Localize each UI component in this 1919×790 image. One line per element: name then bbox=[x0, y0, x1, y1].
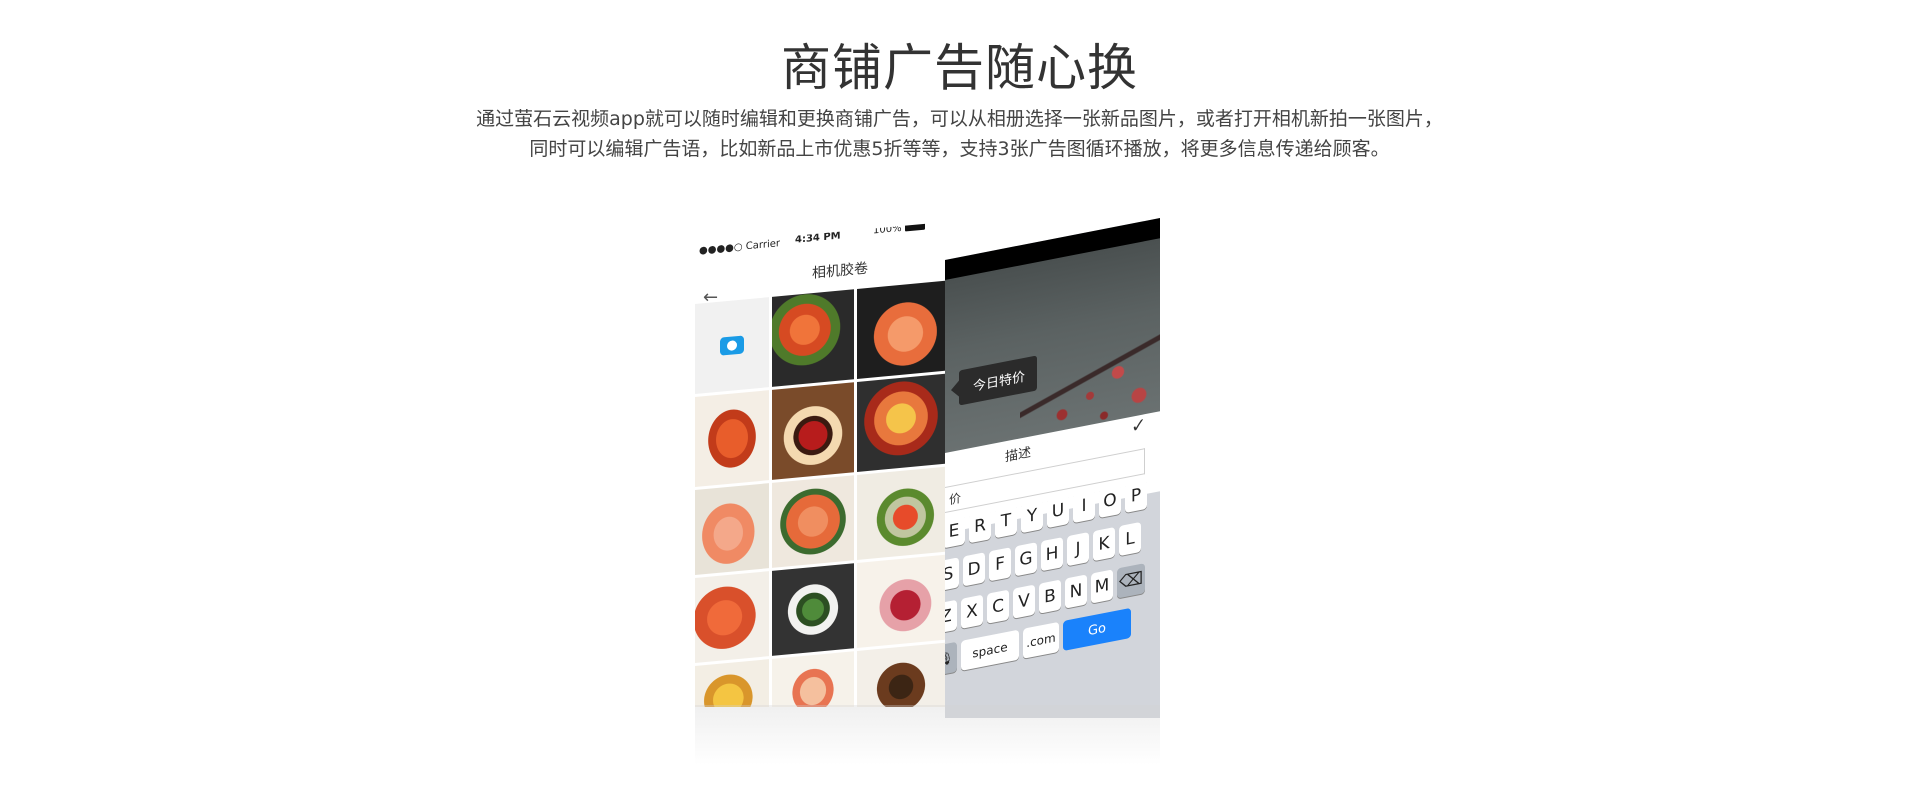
key-k[interactable]: K bbox=[1093, 526, 1115, 562]
photo-thumbnail[interactable] bbox=[695, 659, 769, 707]
photo-thumbnail[interactable] bbox=[695, 390, 769, 487]
key-l[interactable]: L bbox=[1119, 521, 1141, 557]
key-m[interactable]: M bbox=[1091, 569, 1113, 604]
ad-editor-screen: 今日特价 描述 ✓ 价 E R T Y U I O P S D F G H J … bbox=[945, 218, 1160, 718]
photo-thumbnail[interactable] bbox=[857, 642, 945, 707]
keyboard: E R T Y U I O P S D F G H J K L Z X C V … bbox=[945, 476, 1160, 718]
key-d[interactable]: D bbox=[963, 552, 985, 587]
key-o[interactable]: O bbox=[1099, 483, 1121, 519]
microphone-icon[interactable]: 🎙 bbox=[945, 641, 957, 676]
key-u[interactable]: U bbox=[1047, 493, 1069, 529]
status-carrier: ●●●●○ Carrier bbox=[699, 238, 781, 257]
photo-thumbnail[interactable] bbox=[857, 554, 945, 648]
photo-thumbnail[interactable] bbox=[772, 563, 854, 656]
battery-percent: 100% bbox=[873, 222, 902, 237]
photo-thumbnail[interactable] bbox=[772, 289, 854, 387]
photo-thumbnail[interactable] bbox=[695, 571, 769, 663]
camera-tile[interactable] bbox=[695, 297, 769, 394]
photo-thumbnail[interactable] bbox=[772, 382, 854, 480]
confirm-check-icon[interactable]: ✓ bbox=[1131, 414, 1146, 438]
delete-key-icon[interactable]: ⌫ bbox=[1117, 563, 1145, 599]
key-v[interactable]: V bbox=[1013, 584, 1035, 619]
key-r[interactable]: R bbox=[969, 509, 991, 544]
key-e[interactable]: E bbox=[945, 514, 965, 549]
key-g[interactable]: G bbox=[1015, 542, 1037, 577]
key-f[interactable]: F bbox=[989, 547, 1011, 582]
space-key[interactable]: space bbox=[961, 629, 1019, 671]
battery-icon bbox=[904, 222, 925, 232]
editor-label: 描述 bbox=[1005, 445, 1032, 466]
status-time: 4:34 PM bbox=[795, 230, 841, 246]
photo-grid bbox=[695, 280, 945, 707]
key-p[interactable]: P bbox=[1125, 478, 1147, 514]
photo-thumbnail[interactable] bbox=[772, 475, 854, 568]
photo-thumbnail[interactable] bbox=[857, 280, 945, 379]
photo-picker-screen: ●●●●○ Carrier 4:34 PM 100% 相机胶卷 ← bbox=[695, 222, 945, 707]
key-s[interactable]: S bbox=[945, 557, 959, 592]
camera-icon bbox=[720, 335, 744, 356]
status-battery: 100% bbox=[873, 222, 925, 236]
key-n[interactable]: N bbox=[1065, 574, 1087, 609]
photo-thumbnail[interactable] bbox=[772, 651, 854, 707]
key-b[interactable]: B bbox=[1039, 579, 1061, 614]
key-z[interactable]: Z bbox=[945, 599, 957, 634]
key-j[interactable]: J bbox=[1067, 532, 1089, 567]
phones-illustration: ●●●●○ Carrier 4:34 PM 100% 相机胶卷 ← 今日特价 描… bbox=[0, 0, 1919, 790]
key-x[interactable]: X bbox=[961, 594, 983, 629]
key-i[interactable]: I bbox=[1073, 488, 1095, 524]
key-t[interactable]: T bbox=[995, 504, 1017, 539]
go-button[interactable]: Go bbox=[1063, 607, 1131, 652]
photo-thumbnail[interactable] bbox=[857, 466, 945, 560]
photo-thumbnail[interactable] bbox=[857, 373, 945, 472]
key-y[interactable]: Y bbox=[1021, 498, 1043, 534]
key-c[interactable]: C bbox=[987, 589, 1009, 624]
phone-reflection bbox=[695, 705, 1160, 765]
key-h[interactable]: H bbox=[1041, 537, 1063, 572]
photo-thumbnail[interactable] bbox=[695, 483, 769, 575]
dotcom-key[interactable]: .com bbox=[1023, 621, 1059, 659]
